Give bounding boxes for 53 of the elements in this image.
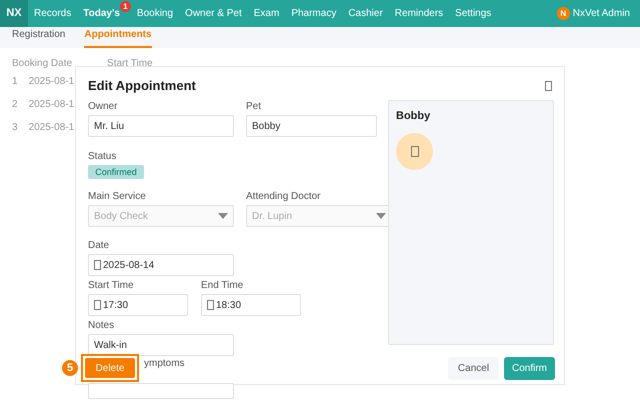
- field-label: ymptoms: [144, 358, 186, 370]
- table-cell-text: 2025-08-1: [28, 121, 74, 135]
- field-label: Main Service: [88, 191, 147, 203]
- field-label: Owner: [88, 101, 118, 113]
- table-cell-text: 2025-08-1: [28, 75, 74, 89]
- nav-item[interactable]: Records: [28, 6, 78, 21]
- input-field[interactable]: [88, 383, 234, 399]
- avatar[interactable]: N: [556, 7, 570, 20]
- input-field[interactable]: 17:30: [88, 294, 188, 316]
- column-header: Booking Date: [12, 58, 72, 70]
- field-label: Date: [88, 240, 110, 252]
- tab[interactable]: Appointments: [84, 27, 152, 48]
- nav-item[interactable]: Today's: [77, 6, 120, 21]
- delete-button[interactable]: Delete: [85, 358, 135, 378]
- field-label: Start Time: [88, 280, 135, 292]
- field-label: Attending Doctor: [246, 191, 322, 203]
- column-header: Start Time: [107, 58, 153, 70]
- missing-glyph-icon: [94, 260, 101, 270]
- nav-item[interactable]: Cashier: [342, 6, 389, 21]
- field-label: End Time: [201, 280, 244, 292]
- table-cell-text: 2025-08-1: [28, 98, 74, 112]
- notification-badge: 1: [120, 1, 131, 12]
- step-badge: 5: [61, 359, 79, 377]
- pet-name: Bobby: [396, 109, 432, 124]
- input-field[interactable]: 2025-08-14: [88, 254, 234, 276]
- input-field[interactable]: 18:30: [201, 294, 301, 316]
- nav-item[interactable]: Reminders: [388, 6, 450, 21]
- field-label: Pet: [246, 101, 262, 113]
- nav-item[interactable]: Settings: [449, 6, 498, 21]
- table-cell-text: 2: [12, 98, 18, 112]
- input-field[interactable]: Bobby: [246, 115, 377, 137]
- pet-avatar: [396, 132, 433, 170]
- user-name[interactable]: NxVet Admin: [572, 6, 630, 21]
- nav-item[interactable]: Exam: [248, 6, 286, 21]
- tab[interactable]: Registration: [12, 27, 66, 48]
- cancel-button[interactable]: Cancel: [448, 357, 499, 380]
- status-badge: Confirmed: [88, 165, 144, 179]
- field-label: Status: [88, 151, 118, 163]
- caret-icon: [218, 213, 228, 219]
- missing-glyph-icon: [94, 300, 101, 310]
- nav-item[interactable]: Pharmacy: [285, 6, 342, 21]
- table-cell-text: 3: [12, 121, 18, 135]
- input-field[interactable]: Mr. Liu: [88, 115, 234, 137]
- nav-item[interactable]: Owner & Pet: [179, 6, 248, 21]
- missing-glyph-icon: [207, 300, 214, 310]
- confirm-button[interactable]: Confirm: [504, 357, 555, 380]
- input-field[interactable]: Walk-in: [88, 334, 234, 356]
- table-cell-text: 1: [12, 75, 18, 89]
- dialog-title: Edit Appointment: [88, 77, 196, 96]
- caret-icon: [376, 213, 386, 219]
- nav-item[interactable]: Booking: [130, 6, 180, 21]
- logo: NX: [0, 0, 28, 27]
- field-label: Notes: [88, 320, 116, 332]
